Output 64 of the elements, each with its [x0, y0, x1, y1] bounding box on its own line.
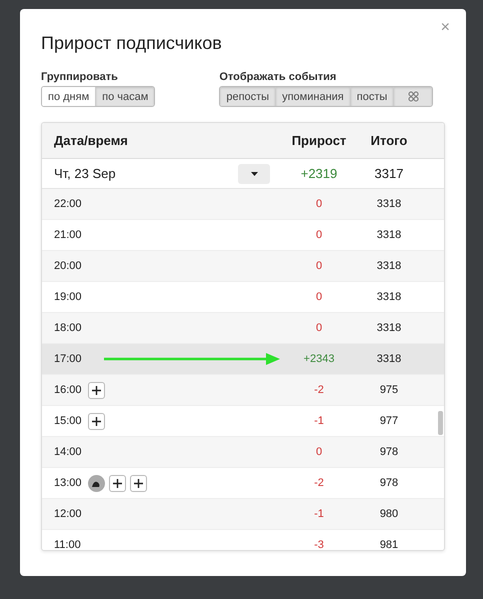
- group-label: Группировать: [41, 71, 119, 83]
- group-toggle[interactable]: по дням: [42, 87, 96, 106]
- events-label: Отображать события: [219, 71, 338, 83]
- growth-cell-text: +2343: [302, 353, 336, 365]
- total-cell-text: 978: [378, 477, 400, 489]
- time-cell: 18:00: [54, 322, 82, 334]
- caret-icon: [250, 172, 258, 176]
- growth-cell-text: 0: [314, 291, 324, 303]
- plus-icon: [92, 416, 101, 426]
- dialog-title: Прирост подписчиков: [41, 33, 223, 54]
- time-cell: 14:00: [54, 446, 82, 458]
- link-icon: [408, 91, 419, 102]
- total-cell-text: 3318: [376, 198, 402, 210]
- time-cell: 19:00: [54, 291, 82, 303]
- event-toggle[interactable]: упоминания: [276, 87, 351, 106]
- column-header: Дата/время: [53, 133, 129, 148]
- column-header: Прирост: [290, 133, 348, 148]
- time-cell: 15:00: [54, 415, 82, 427]
- plus-icon: [92, 386, 101, 394]
- column-header: Итого: [370, 133, 408, 148]
- growth-cell-text: -1: [313, 415, 325, 427]
- add-button[interactable]: [130, 474, 147, 492]
- total-cell-text: 3318: [376, 322, 402, 334]
- time-cell: 11:00: [54, 539, 81, 550]
- add-button[interactable]: [88, 382, 105, 398]
- time-cell: 13:00: [54, 477, 82, 489]
- time-cell: 16:00: [54, 384, 82, 396]
- time-cell: 17:00: [54, 353, 82, 365]
- date-cell: Чт, 23 Sep: [54, 166, 116, 181]
- group-toggle[interactable]: по часам: [96, 87, 154, 106]
- time-cell: 22:00: [54, 198, 82, 210]
- event-toggle[interactable]: репосты: [220, 87, 276, 106]
- plus-icon: [112, 478, 122, 488]
- scrollbar[interactable]: [438, 411, 443, 435]
- time-cell: 20:00: [54, 260, 82, 272]
- event-toggle[interactable]: [394, 87, 432, 106]
- event-toggle[interactable]: посты: [350, 87, 394, 106]
- growth-cell-text: 0: [314, 198, 324, 210]
- growth-cell-text: 0: [314, 260, 324, 272]
- time-cell: 21:00: [54, 229, 82, 241]
- growth-cell-text: -3: [313, 539, 325, 550]
- growth-cell-text: 0: [314, 446, 324, 458]
- total-cell-text: 3318: [376, 291, 402, 303]
- growth-cell-text: +2319: [300, 166, 338, 181]
- dropdown-button[interactable]: [238, 164, 270, 184]
- add-button[interactable]: [108, 474, 126, 492]
- time-cell: 12:00: [54, 508, 82, 520]
- growth-cell-text: -2: [313, 477, 325, 489]
- growth-cell-text: 0: [314, 229, 324, 241]
- total-cell-text: 981: [378, 539, 400, 550]
- total-cell-text: 3318: [376, 260, 402, 272]
- growth-cell-text: -1: [313, 508, 325, 520]
- total-cell-text: 978: [378, 446, 400, 458]
- total-cell-text: 980: [378, 508, 400, 520]
- add-button[interactable]: [88, 412, 105, 430]
- total-cell-text: 3318: [376, 353, 402, 365]
- total-cell-text: 975: [378, 384, 400, 396]
- total-cell-text: 977: [378, 415, 400, 427]
- avatar-icon[interactable]: [88, 474, 105, 492]
- total-cell-text: 3317: [374, 166, 404, 181]
- total-cell-text: 3318: [376, 229, 402, 241]
- growth-cell-text: 0: [314, 322, 324, 334]
- growth-cell-text: -2: [313, 384, 325, 396]
- plus-icon: [134, 478, 143, 488]
